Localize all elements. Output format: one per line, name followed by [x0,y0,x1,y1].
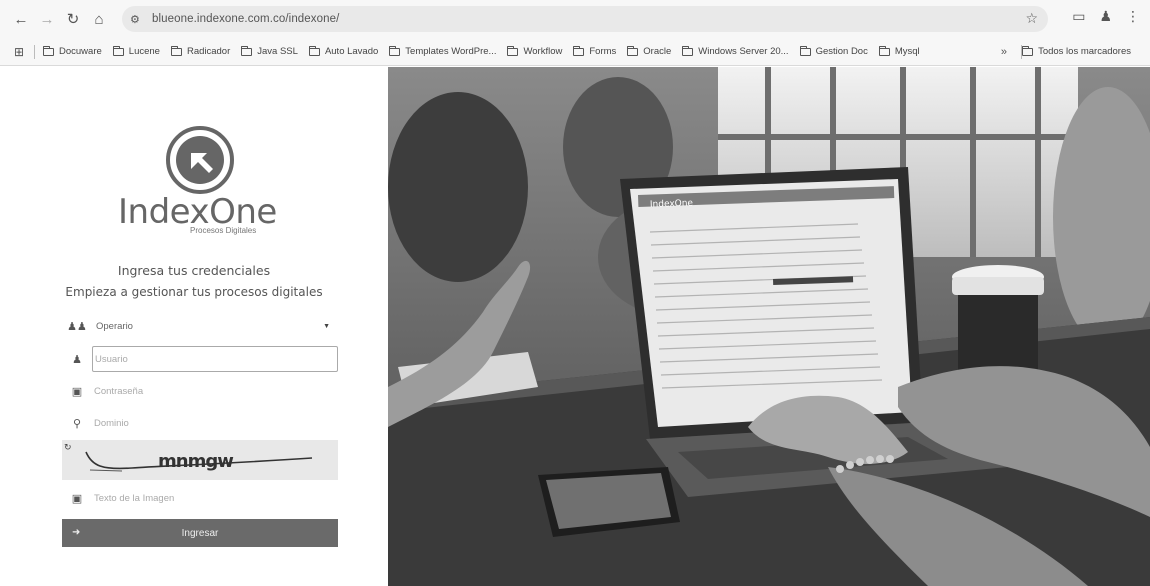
bookmark-oracle[interactable]: Oracle [627,45,671,57]
home-icon[interactable]: ⌂ [88,8,110,30]
folder-icon [43,45,54,56]
login-title: Ingresa tus credenciales [117,263,271,278]
forward-arrow-icon[interactable]: → [36,8,58,30]
profile-icon[interactable]: ♟ [1099,8,1112,25]
bookmark-java-ssl[interactable]: Java SSL [241,45,298,57]
caret-down-icon[interactable]: ▼ [323,323,330,330]
users-icon: ♟♟ [67,320,87,333]
bookmark-gestion-doc[interactable]: Gestion Doc [799,45,868,57]
reload-icon[interactable]: ↻ [62,8,84,30]
folder-icon [573,45,585,56]
toolbar-actions: ▭ ♟ ⋮ [1072,8,1140,25]
hero-illustration: IndexOne [388,67,1150,586]
folder-icon [799,45,811,56]
captcha-image: ↻ mnmgw [62,440,338,480]
captcha-text: mnmgw [158,451,234,472]
folder-icon [682,45,694,56]
login-submit-button[interactable]: ➜ Ingresar [62,519,338,547]
more-bookmarks-chevron-icon[interactable]: » [1001,46,1007,58]
role-select-value[interactable]: Operario [92,321,323,332]
bookmark-radicador[interactable]: Radicador [170,45,230,57]
bookmark-mysql[interactable]: Mysql [878,45,920,57]
bookmark-forms[interactable]: Forms [573,45,616,57]
lock-icon: ▣ [71,385,83,398]
folder-icon [241,45,253,56]
bookmark-auto-lavado[interactable]: Auto Lavado [308,45,378,57]
bookmarks-divider [34,44,35,59]
address-bar-url[interactable]: blueone.indexone.com.co/indexone/ [152,13,339,25]
bookmark-docuware[interactable]: Docuware [43,45,102,57]
domain-row: ⚲ [62,410,338,436]
captcha-answer-row: ▣ [62,485,338,511]
image-icon: ▣ [71,492,83,505]
folder-icon [627,45,639,56]
folder-icon [389,45,401,56]
user-icon: ♟ [72,353,82,366]
domain-input[interactable] [92,410,338,436]
back-arrow-icon[interactable]: ← [10,8,32,30]
bookmark-lucene[interactable]: Lucene [112,45,160,57]
bookmark-star-icon[interactable]: ☆ [1025,10,1038,27]
login-subtitle: Empieza a gestionar tus procesos digital… [65,285,323,299]
folder-icon [308,45,320,56]
sign-in-icon: ➜ [72,527,81,538]
address-bar[interactable]: ⚙ blueone.indexone.com.co/indexone/ ☆ [122,6,1048,32]
site-info-icon[interactable]: ⚙ [130,13,148,26]
captcha-answer-input[interactable] [92,485,338,511]
laptop-screen-brand: IndexOne [650,198,694,210]
folder-icon [1022,45,1034,56]
key-icon: ⚲ [72,417,82,430]
role-select[interactable]: ♟♟ Operario ▼ [62,313,338,339]
bookmark-workflow[interactable]: Workflow [507,45,562,57]
login-submit-label: Ingresar [181,527,219,539]
menu-kebab-icon[interactable]: ⋮ [1126,8,1140,25]
logo-tagline: Procesos Digitales [190,226,257,235]
hero-photo: IndexOne [388,67,1150,586]
all-bookmarks-folder[interactable]: Todos los marcadores [1022,45,1131,57]
indexone-logo-mark [166,126,234,194]
bookmarks-bar: ⊞ Docuware Lucene Radicador Java SSL Aut… [0,38,1150,66]
password-input[interactable] [92,378,338,404]
password-row: ▣ [62,378,338,404]
bookmark-windows-server[interactable]: Windows Server 20... [682,45,789,57]
username-row: ♟ [62,346,338,372]
extensions-icon[interactable]: ▭ [1072,8,1085,25]
username-input[interactable] [92,346,338,372]
login-panel: IndexOne Procesos Digitales Ingresa tus … [0,67,388,586]
bookmark-templates-wordpress[interactable]: Templates WordPre... [389,45,496,57]
folder-icon [112,45,124,56]
browser-toolbar: ← → ↻ ⌂ ⚙ blueone.indexone.com.co/indexo… [0,0,1150,38]
folder-icon [507,45,519,56]
folder-icon [170,45,182,56]
folder-icon [878,45,890,56]
apps-grid-icon[interactable]: ⊞ [6,45,32,59]
